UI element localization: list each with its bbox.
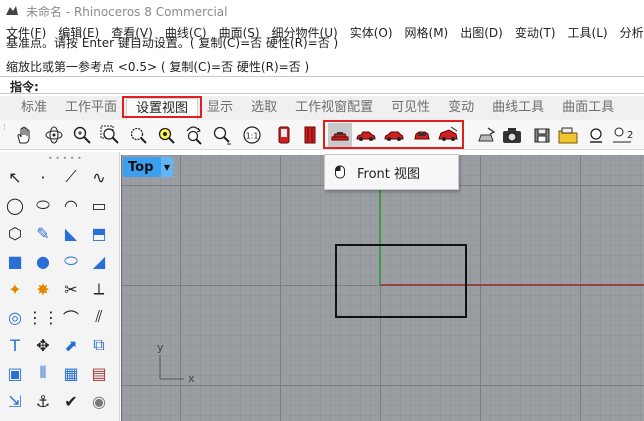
move-icon[interactable]: ✥ [30, 332, 56, 358]
car-right-view-icon[interactable] [382, 123, 406, 147]
tab-display[interactable]: 显示 [198, 98, 242, 120]
car-back-view-icon[interactable] [410, 123, 434, 147]
menu-analyze[interactable]: 分析 [614, 24, 644, 41]
explode-icon[interactable]: ✸ [30, 276, 56, 302]
zoom-1to1-icon[interactable]: 1:1 [240, 123, 264, 147]
patch-icon[interactable]: ◢ [86, 248, 112, 274]
fillet-icon[interactable]: ⌒ [58, 304, 84, 330]
toolbar-tabs: 标准 工作平面 设置视图 显示 选取 工作视窗配置 可见性 变动 曲线工具 曲面… [0, 96, 644, 120]
menu-solid[interactable]: 实体(O) [344, 24, 399, 41]
copy-icon[interactable]: ⧉ [86, 332, 112, 358]
viewport-dropdown-icon[interactable]: ▼ [161, 157, 173, 177]
viewport-canvas[interactable]: xy [122, 155, 644, 421]
polyline-icon[interactable]: ⟋ [58, 164, 84, 190]
camera-icon[interactable] [500, 123, 524, 147]
top-viewport[interactable]: xy [121, 155, 644, 421]
rhino-logo-icon [6, 6, 18, 15]
curve-icon[interactable]: ∿ [86, 164, 112, 190]
boolean-icon[interactable]: ◎ [2, 304, 28, 330]
rotate-view-icon[interactable] [42, 123, 66, 147]
zoom-window-icon[interactable] [98, 123, 122, 147]
pan-hand-icon[interactable] [12, 123, 36, 147]
check-icon[interactable]: ✔ [58, 388, 84, 414]
tab-viewport-layout[interactable]: 工作视窗配置 [286, 98, 382, 120]
ellipse-icon[interactable]: ⬭ [30, 192, 56, 218]
bars-icon[interactable]: ⫴ [30, 360, 56, 386]
tab-surface-tools[interactable]: 曲面工具 [553, 98, 623, 120]
grid-icon[interactable]: ▦ [58, 360, 84, 386]
tab-select[interactable]: 选取 [242, 98, 286, 120]
toolbar-grip-icon: ⁝ [3, 123, 6, 133]
transform-icon[interactable]: ⬈ [58, 332, 84, 358]
zoom-selected-icon[interactable] [154, 123, 178, 147]
car-perspective-view-icon[interactable] [436, 123, 460, 147]
menu-drafting[interactable]: 出图(D) [454, 24, 509, 41]
tab-standard[interactable]: 标准 [12, 98, 56, 120]
command-history-line-1: 基准点。请按 Enter 键自动设置。( 复制(C)=否 硬性(R)=否 ) [6, 36, 339, 50]
layer-icon[interactable]: ▤ [86, 360, 112, 386]
split-icon[interactable]: ⟂ [86, 276, 112, 302]
extrude-surface-icon[interactable]: ⬒ [86, 220, 112, 246]
trim-icon[interactable]: ✂ [58, 276, 84, 302]
polygon-icon[interactable]: ⬡ [2, 220, 28, 246]
surface-icon[interactable]: ◣ [58, 220, 84, 246]
menu-mesh[interactable]: 网格(M) [399, 24, 455, 41]
arc-icon[interactable]: ◠ [58, 192, 84, 218]
toolbox-grip-icon: • • • • • [48, 154, 82, 163]
command-history-line-2: 缩放比或第一参考点 <0.5> ( 复制(C)=否 硬性(R)=否 ) [6, 60, 310, 74]
svg-text:2: 2 [627, 130, 633, 141]
title-bar: 未命名 - Rhinoceros 8 Commercial [0, 0, 644, 22]
light-icon[interactable] [584, 123, 608, 147]
svg-text:1:1: 1:1 [246, 132, 259, 141]
render-icon[interactable]: ◉ [86, 388, 112, 414]
box-icon[interactable]: ■ [2, 248, 28, 274]
two-view-icon[interactable]: 2 [610, 123, 634, 147]
car-top-view-icon[interactable] [328, 123, 352, 147]
zoom-extents-icon[interactable] [126, 123, 150, 147]
viewport-title: Top [128, 159, 154, 175]
save-view-icon[interactable] [530, 123, 554, 147]
door-view-icon[interactable] [298, 123, 322, 147]
named-view-icon[interactable] [474, 123, 498, 147]
window-title: 未命名 - Rhinoceros 8 Commercial [26, 4, 228, 19]
tab-visibility[interactable]: 可见性 [382, 98, 439, 120]
tab-transform[interactable]: 变动 [439, 98, 483, 120]
left-toolbox: • • • • • ↖ · ⟋ ∿ ◯ ⬭ ◠ ▭ ⬡ ✎ ◣ ⬒ ■ ● ⬭ ◢ ✦ ✸ ✂ ⟂ ◎ ⋮⋮ ⌒ ⫽ T ✥ ⬈ ⧉ ▣… [0, 152, 120, 421]
zoom-dynamic-icon[interactable] [182, 123, 206, 147]
anchor-icon[interactable]: ⚓ [30, 388, 56, 414]
zoom-icon[interactable] [70, 123, 94, 147]
zoom-all-icon[interactable] [210, 123, 234, 147]
command-prompt[interactable]: 指令: [0, 76, 644, 94]
car-front-view-icon[interactable] [354, 123, 378, 147]
front-view-popup[interactable]: Front 视图 [324, 154, 459, 190]
menu-tools[interactable]: 工具(L) [562, 24, 614, 41]
popup-label: Front 视图 [357, 166, 421, 182]
point-icon[interactable]: · [30, 164, 56, 190]
circle-icon[interactable]: ◯ [2, 192, 28, 218]
rectangle-icon[interactable]: ▭ [86, 192, 112, 218]
scale-icon[interactable]: ⇲ [2, 388, 28, 414]
set-view-toolbar: ⁝ 1:1 2 [0, 120, 644, 150]
restore-view-icon[interactable] [556, 123, 580, 147]
tab-set-view[interactable]: 设置视图 [126, 98, 199, 120]
tab-cplanes[interactable]: 工作平面 [56, 98, 126, 120]
mouse-icon [335, 165, 345, 179]
select-arrow-icon[interactable]: ↖ [2, 164, 28, 190]
cylinder-icon[interactable]: ⬭ [58, 248, 84, 274]
command-prompt-label: 指令: [10, 80, 39, 94]
viewport-title-tab[interactable]: Top ▼ [123, 157, 173, 177]
cube-icon[interactable]: ▣ [2, 360, 28, 386]
array-icon[interactable]: ⋮⋮ [27, 304, 59, 330]
sphere-icon[interactable]: ● [30, 248, 56, 274]
command-history: 基准点。请按 Enter 键自动设置。( 复制(C)=否 硬性(R)=否 ) 缩… [0, 36, 644, 96]
axis-icon-x-label: x [188, 372, 195, 385]
freeform-icon[interactable]: ✎ [30, 220, 56, 246]
text-icon[interactable]: T [2, 332, 28, 358]
gear-icon[interactable]: ✦ [2, 276, 28, 302]
menu-transform[interactable]: 变动(T) [509, 24, 562, 41]
axis-icon-y-label: y [157, 341, 164, 354]
tab-curve-tools[interactable]: 曲线工具 [483, 98, 553, 120]
offset-icon[interactable]: ⫽ [86, 304, 112, 330]
phone-view-icon[interactable] [272, 123, 296, 147]
